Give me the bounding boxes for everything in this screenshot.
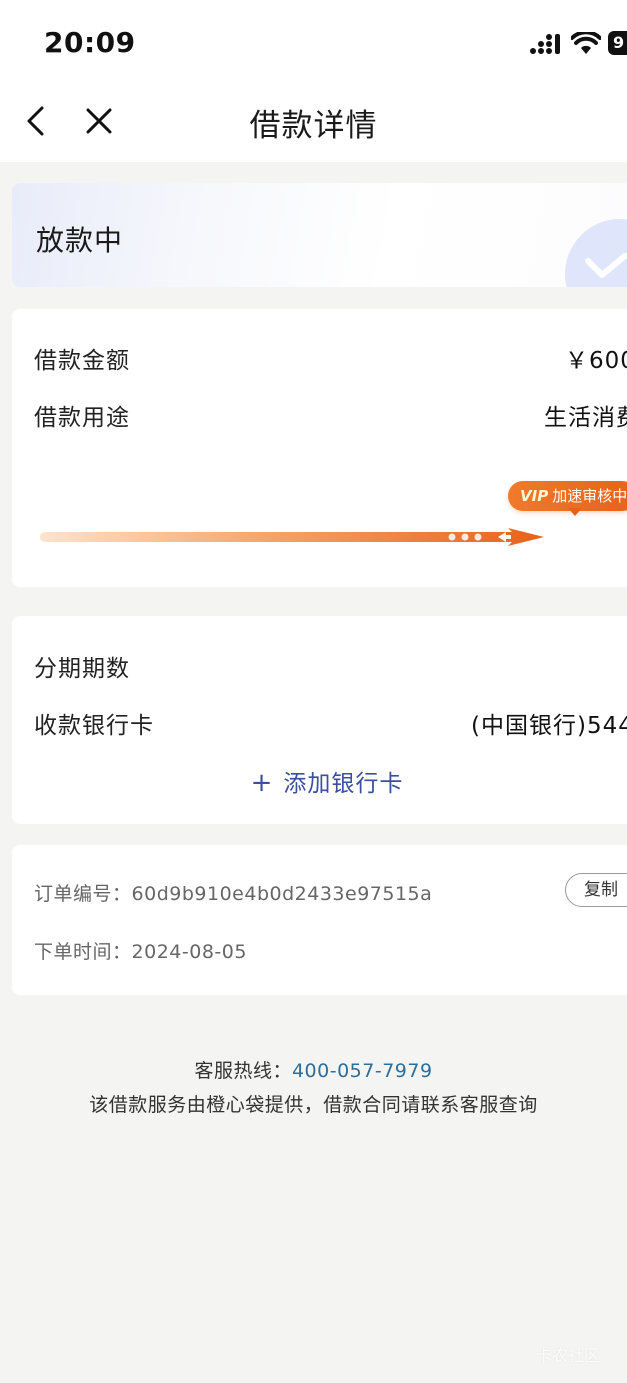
loan-status-text: 放款中 [36,224,124,257]
order-number-value: 60d9b910e4b0d2433e97515a [131,883,433,905]
copy-button[interactable]: 复制 [565,873,627,907]
installments-label: 分期期数 [34,656,130,682]
loan-purpose-value: 生活消费 [544,405,627,431]
battery-icon: 9 [608,31,627,55]
plus-icon: + [250,768,274,798]
loan-purpose-label: 借款用途 [34,405,130,431]
vip-status-text: 加速审核中 [552,487,627,505]
add-bank-card-button[interactable]: + 添加银行卡 [12,764,627,798]
receiving-card-label: 收款银行卡 [34,713,154,739]
customer-service-hotline: 客服热线：400-057-7979 [0,1056,627,1083]
wifi-icon [571,32,601,54]
cellular-signal-icon [530,34,560,54]
loan-status-card: 放款中 [12,183,627,287]
nav-bar: 借款详情 [0,86,627,162]
checkmark-icon [585,253,627,278]
vip-label: VIP [520,487,549,505]
status-bar: 20:09 9 [0,0,627,86]
order-number-label: 订单编号： [34,883,132,905]
app-screen: 20:09 9 借款详情 放款中 借款金额 ￥60 借款用途 生活消 VIP 加… [0,0,627,1383]
repayment-card: 分期期数 收款银行卡 (中国银行)544 + 添加银行卡 [12,616,627,824]
order-info-card: 订单编号：60d9b910e4b0d2433e97515a 复制 下单时间：20… [12,845,627,995]
progress-dot [448,533,456,541]
watermark-text: 卡农社区 [536,1346,601,1365]
order-time-row: 下单时间：2024-08-05 [34,937,247,964]
loan-info-card: 借款金额 ￥600 借款用途 生活消费 VIP加速审核中 [12,309,627,587]
loan-amount-label: 借款金额 [34,348,130,374]
loan-progress-bar [40,528,544,546]
progress-dot [461,533,469,541]
vip-badge-pointer [568,508,582,516]
order-time-label: 下单时间： [34,941,132,963]
page-title: 借款详情 [249,108,378,144]
order-time-value: 2024-08-05 [131,941,247,963]
order-number-row: 订单编号：60d9b910e4b0d2433e97515a [34,879,432,906]
progress-dot [474,533,482,541]
add-bank-card-label: 添加银行卡 [283,771,404,797]
service-disclaimer: 该借款服务由橙心袋提供，借款合同请联系客服查询 [89,1094,538,1116]
loan-amount-value: ￥600 [565,348,627,374]
hotline-label: 客服热线： [194,1060,292,1082]
battery-level: 9 [613,33,625,52]
status-time: 20:09 [44,26,136,59]
receiving-card-value[interactable]: (中国银行)544 [471,706,627,740]
vip-speed-review-badge: VIP 加速审核中 [508,481,627,511]
hotline-number-link[interactable]: 400-057-7979 [292,1060,433,1082]
